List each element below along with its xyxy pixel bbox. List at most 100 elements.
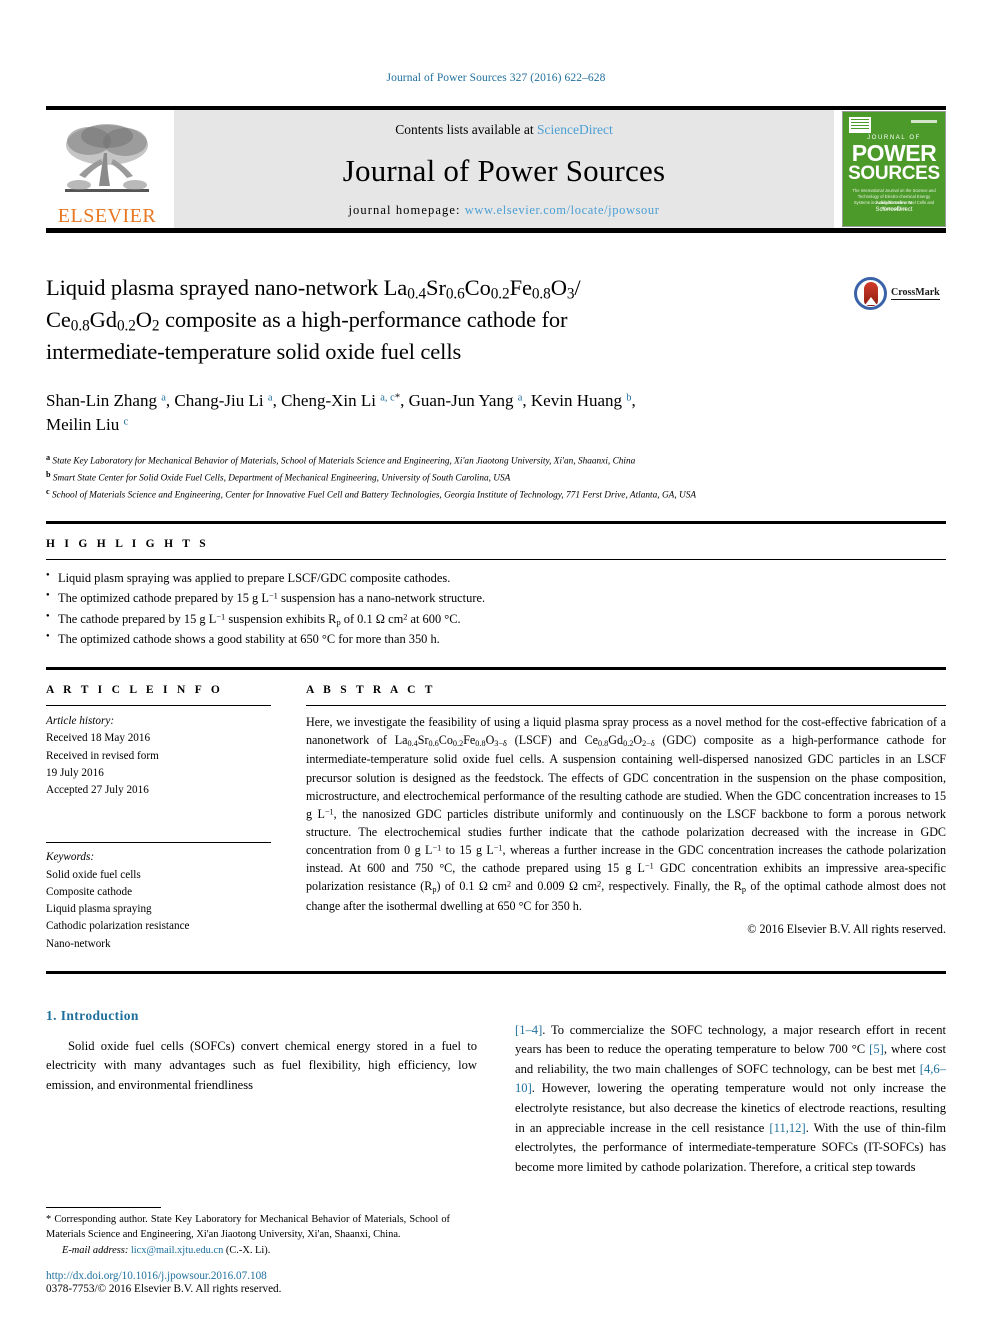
keyword-item: Solid oxide fuel cells	[46, 868, 141, 881]
title-seg: Liquid plasma sprayed nano-network La	[46, 275, 408, 300]
footnote-rule	[46, 1206, 161, 1208]
cover-bottom-text: Available online at ScienceDirect	[843, 199, 945, 216]
author-affiliation-mark: a	[161, 392, 166, 404]
highlight-sup: −1	[268, 590, 278, 601]
info-abstract-row: A R T I C L E I N F O Article history: R…	[46, 684, 946, 953]
citation-ref[interactable]: [5]	[869, 1042, 884, 1056]
article-info-heading: A R T I C L E I N F O	[46, 684, 224, 697]
affiliation-item: b Smart State Center for Solid Oxide Fue…	[46, 469, 896, 486]
elsevier-tree-icon	[65, 124, 149, 192]
email-link[interactable]: licx@mail.xjtu.edu.cn	[131, 1245, 223, 1256]
article-info-underline	[46, 705, 271, 707]
highlight-text: suspension has a nano-network structure.	[277, 591, 486, 606]
running-head: Journal of Power Sources 327 (2016) 622–…	[386, 72, 606, 84]
author-name: Chang-Jiu Li	[174, 390, 264, 410]
title-seg: /	[574, 275, 581, 300]
article-history-item: Accepted 27 July 2016	[46, 784, 149, 797]
abstract-text: Here, we investigate the feasibility of …	[306, 715, 947, 913]
journal-masthead: ELSEVIER Contents lists available at Sci…	[46, 110, 946, 228]
affiliation-item: a State Key Laboratory for Mechanical Be…	[46, 452, 896, 469]
author-affiliation-mark: c	[123, 417, 129, 429]
abstract-copyright: © 2016 Elsevier B.V. All rights reserved…	[747, 921, 946, 936]
title-sub: 0.6	[445, 285, 465, 303]
highlight-text: The optimized cathode prepared by 15 g L	[58, 591, 269, 606]
title-sub: 0.8	[531, 285, 551, 303]
title-seg: Ce	[46, 306, 71, 332]
article-history-title: Article history:	[46, 715, 115, 728]
article-first-page: Journal of Power Sources 327 (2016) 622–…	[0, 0, 992, 1323]
keyword-item: Liquid plasma spraying	[46, 903, 152, 916]
highlight-item: Liquid plasm spraying was applied to pre…	[46, 568, 946, 588]
title-sub: 0.2	[116, 317, 136, 335]
article-history-item: Received 18 May 2016	[46, 732, 151, 745]
journal-cover-thumbnail: JOURNAL OF POWER SOURCES The Internation…	[842, 111, 946, 227]
email-label: E-mail address:	[62, 1245, 129, 1256]
contents-available-line: Contents lists available at ScienceDirec…	[395, 122, 612, 138]
abstract-bottom-rule	[46, 970, 946, 974]
title-sub: 0.8	[70, 317, 90, 335]
crossmark-label: CrossMark	[891, 286, 940, 300]
affiliation-list: a State Key Laboratory for Mechanical Be…	[46, 452, 896, 503]
cover-power-label: POWER	[851, 140, 937, 166]
author-affiliation-mark: a, c	[380, 392, 395, 404]
doi-link[interactable]: http://dx.doi.org/10.1016/j.jpowsour.201…	[46, 1270, 450, 1282]
abstract-underline	[306, 705, 946, 707]
crossmark-badge[interactable]: CrossMark	[854, 275, 946, 311]
keyword-item: Nano-network	[46, 937, 111, 950]
email-note: E-mail address: licx@mail.xjtu.edu.cn (C…	[46, 1245, 450, 1256]
highlight-item: The optimized cathode prepared by 15 g L…	[46, 588, 946, 608]
citation-ref[interactable]: [4,6–10]	[515, 1062, 946, 1096]
highlight-sup: −1	[216, 611, 226, 622]
keywords-underline	[46, 842, 271, 844]
article-history-item: Received in revised form	[46, 749, 159, 762]
author-name: Shan-Lin Zhang	[46, 390, 157, 410]
author-name: Guan-Jun Yang	[408, 390, 514, 410]
article-info-column: A R T I C L E I N F O Article history: R…	[46, 684, 271, 953]
highlights-list: Liquid plasm spraying was applied to pre…	[46, 568, 946, 649]
introduction-heading: 1. Introduction	[46, 1008, 477, 1024]
title-seg: Gd	[89, 306, 117, 332]
elsevier-wordmark: ELSEVIER	[57, 205, 157, 227]
introduction-paragraph-right: [1–4]. To commercialize the SOFC technol…	[515, 1022, 946, 1174]
affiliation-text: School of Materials Science and Engineer…	[51, 490, 697, 501]
masthead-center-panel: Contents lists available at ScienceDirec…	[174, 110, 834, 228]
article-title: Liquid plasma sprayed nano-network La0.4…	[46, 273, 816, 367]
author-list: Shan-Lin Zhang a, Chang-Jiu Li a, Cheng-…	[46, 390, 636, 435]
citation-ref[interactable]: [1–4]	[515, 1023, 542, 1037]
author-name: Cheng-Xin Li	[281, 390, 376, 410]
homepage-url-link[interactable]: www.elsevier.com/locate/jpowsour	[465, 203, 660, 217]
sciencedirect-link[interactable]: ScienceDirect	[537, 122, 613, 137]
homepage-prefix: journal homepage:	[348, 203, 465, 217]
author-name: Meilin Liu	[46, 415, 120, 435]
title-seg: O	[135, 306, 152, 332]
author-item: Cheng-Xin Li a, c*	[281, 391, 400, 410]
keyword-item: Cathodic polarization resistance	[46, 920, 190, 933]
issn-copyright: 0378-7753/© 2016 Elsevier B.V. All right…	[46, 1283, 282, 1295]
title-seg: Co	[464, 275, 491, 300]
contents-prefix: Contents lists available at	[395, 122, 537, 137]
author-affiliation-mark: a	[517, 392, 523, 404]
article-history-item: 19 July 2016	[46, 766, 104, 779]
title-sub: 0.2	[490, 285, 510, 303]
abstract-heading: A B S T R A C T	[306, 684, 436, 697]
title-sub: 0.4	[407, 285, 427, 303]
highlight-item: The optimized cathode shows a good stabi…	[46, 629, 946, 649]
author-item: Chang-Jiu Li a	[174, 391, 272, 410]
body-column-left: 1. Introduction Solid oxide fuel cells (…	[46, 1008, 477, 1177]
highlights-top-rule	[46, 521, 946, 525]
cover-barcode-icon	[849, 117, 871, 133]
email-owner: (C.-X. Li).	[225, 1245, 271, 1256]
keyword-item: Composite cathode	[46, 885, 133, 898]
keywords-block: Keywords: Solid oxide fuel cells Composi…	[46, 849, 271, 953]
title-seg: Sr	[426, 275, 446, 300]
footnote-block: * Corresponding author. State Key Labora…	[46, 1206, 450, 1295]
affiliation-label: a	[46, 453, 51, 463]
section-title: Introduction	[60, 1007, 139, 1023]
journal-homepage-line: journal homepage: www.elsevier.com/locat…	[348, 203, 659, 218]
cover-available-online: Available online at	[875, 200, 913, 206]
highlight-text: The optimized cathode shows a good stabi…	[58, 632, 440, 647]
citation-ref[interactable]: [11,12]	[769, 1121, 805, 1135]
corresponding-author-note: * Corresponding author. State Key Labora…	[46, 1213, 450, 1241]
highlight-text: Liquid plasm spraying was applied to pre…	[58, 571, 451, 586]
